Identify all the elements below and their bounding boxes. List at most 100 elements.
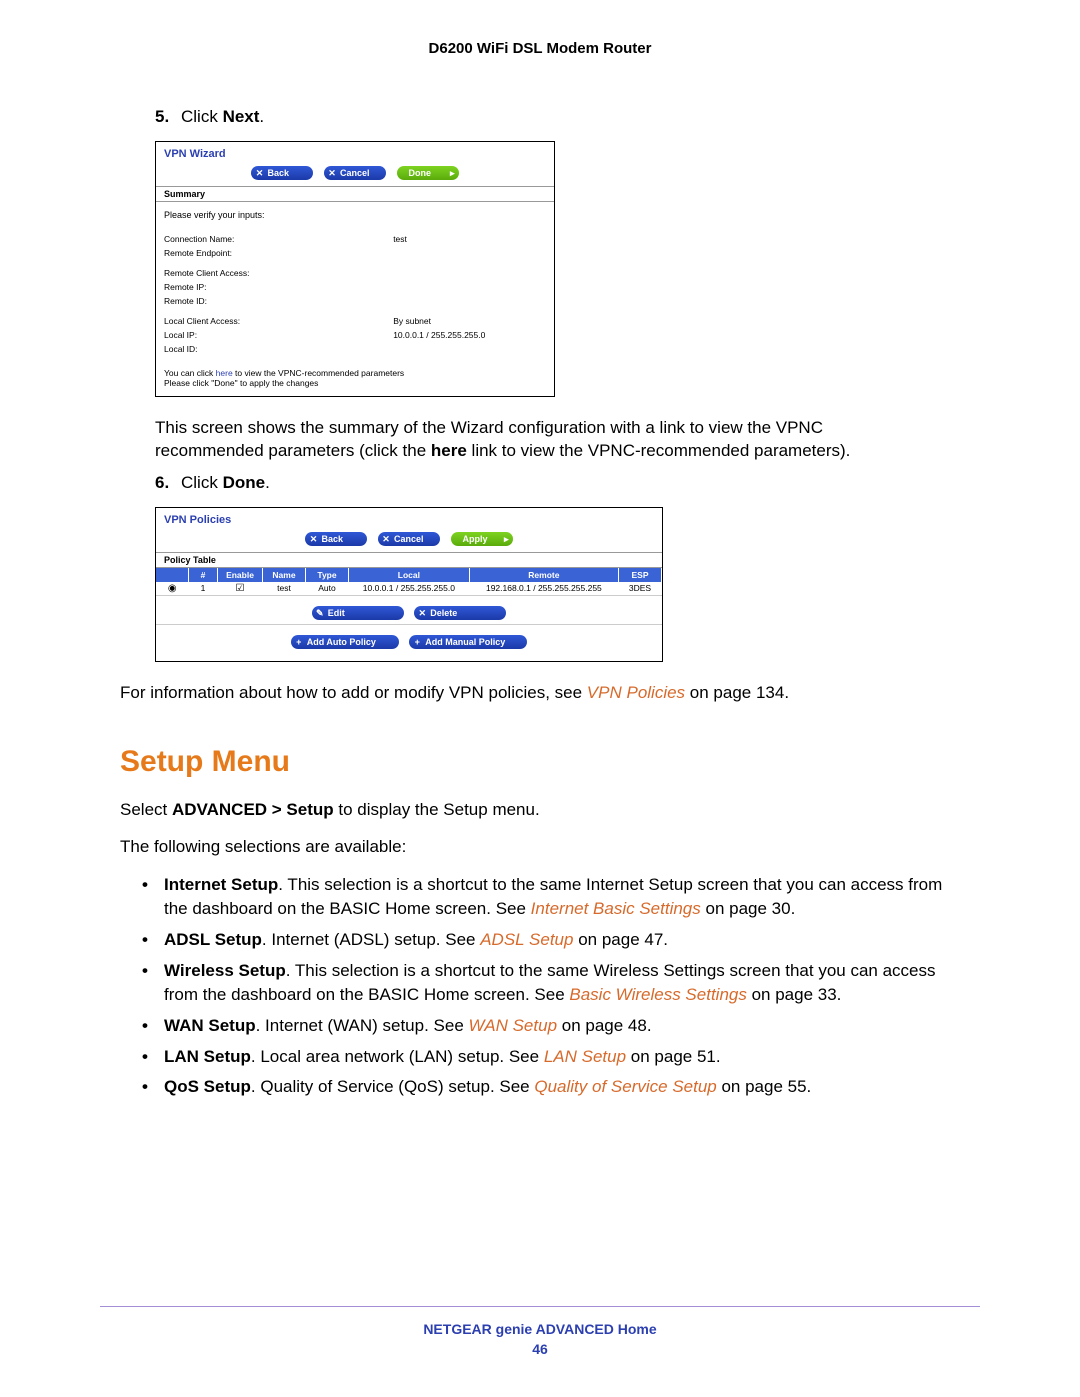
- wizard-row: Local Client Access:By subnet: [164, 314, 546, 328]
- back-button[interactable]: ✕Back: [305, 532, 367, 546]
- bold-text: ADSL Setup: [164, 930, 262, 949]
- list-item: Internet Setup. This selection is a shor…: [142, 873, 964, 922]
- text: on page 51.: [626, 1047, 721, 1066]
- bold-text: here: [431, 441, 467, 460]
- policy-buttons-1: ✎Edit ✕Delete: [156, 595, 662, 624]
- cross-ref-link[interactable]: LAN Setup: [544, 1047, 626, 1066]
- step-text: Click Next.: [181, 107, 264, 127]
- wizard-footer: You can click here to view the VPNC-reco…: [156, 364, 554, 396]
- label: Remote Endpoint:: [164, 246, 393, 260]
- label: Local IP:: [164, 328, 393, 342]
- edit-button[interactable]: ✎Edit: [312, 606, 404, 620]
- text: You can click: [164, 368, 216, 378]
- step-number: 5.: [155, 107, 181, 127]
- cell-num: 1: [189, 582, 218, 595]
- value: [393, 266, 546, 280]
- done-button[interactable]: Done ▸: [397, 166, 459, 180]
- value: test: [393, 232, 546, 246]
- text: .: [259, 107, 264, 126]
- panel-title: VPN Wizard: [156, 142, 554, 162]
- add-auto-policy-button[interactable]: +Add Auto Policy: [291, 635, 399, 649]
- cross-ref-link[interactable]: ADSL Setup: [480, 930, 573, 949]
- text: Select: [120, 800, 172, 819]
- wizard-row: Remote Endpoint:: [164, 246, 546, 260]
- x-icon: ✕: [416, 606, 428, 620]
- button-label: Add Manual Policy: [423, 635, 505, 649]
- value: [393, 246, 546, 260]
- label: Connection Name:: [164, 232, 393, 246]
- button-label: Delete: [428, 606, 457, 620]
- wizard-row: Remote ID:: [164, 294, 546, 308]
- bold-text: WAN Setup: [164, 1016, 256, 1035]
- cell-local: 10.0.0.1 / 255.255.255.0: [349, 582, 470, 595]
- bold-text: Internet Setup: [164, 875, 278, 894]
- col-esp: ESP: [619, 568, 662, 582]
- button-label: Cancel: [338, 166, 370, 180]
- add-manual-policy-button[interactable]: +Add Manual Policy: [409, 635, 527, 649]
- text: on page 134.: [685, 683, 789, 702]
- col-type: Type: [306, 568, 349, 582]
- value: By subnet: [393, 314, 546, 328]
- text: . Internet (ADSL) setup. See: [262, 930, 480, 949]
- label: Local ID:: [164, 342, 393, 356]
- cross-ref-link[interactable]: Internet Basic Settings: [531, 899, 701, 918]
- verify-label: Please verify your inputs:: [164, 204, 546, 226]
- button-label: Back: [265, 166, 289, 180]
- x-icon: ✕: [253, 166, 265, 180]
- text: on page 55.: [717, 1077, 812, 1096]
- cancel-button[interactable]: ✕Cancel: [324, 166, 386, 180]
- apply-button[interactable]: Apply ▸: [451, 532, 513, 546]
- label: Local Client Access:: [164, 314, 393, 328]
- enable-checkbox[interactable]: [218, 582, 263, 595]
- button-label: Done: [399, 166, 432, 180]
- value: [393, 280, 546, 294]
- list-item: QoS Setup. Quality of Service (QoS) setu…: [142, 1075, 964, 1100]
- list-item: Wireless Setup. This selection is a shor…: [142, 959, 964, 1008]
- delete-button[interactable]: ✕Delete: [414, 606, 506, 620]
- col-blank: [156, 568, 189, 582]
- wizard-toolbar: ✕Back ✕Cancel Done▸: [156, 162, 554, 186]
- button-label: Back: [319, 532, 343, 546]
- wizard-row: Local IP:10.0.0.1 / 255.255.255.0: [164, 328, 546, 342]
- wizard-row: Connection Name:test: [164, 232, 546, 246]
- list-item: LAN Setup. Local area network (LAN) setu…: [142, 1045, 964, 1070]
- pencil-icon: ✎: [314, 606, 326, 620]
- x-icon: ✕: [307, 532, 319, 546]
- back-button[interactable]: ✕Back: [251, 166, 313, 180]
- text: . Quality of Service (QoS) setup. See: [251, 1077, 534, 1096]
- cancel-button[interactable]: ✕Cancel: [378, 532, 440, 546]
- footer-divider: [100, 1306, 980, 1307]
- arrow-icon: ▸: [504, 532, 509, 546]
- step-6: 6. Click Done.: [155, 473, 980, 493]
- cross-ref-link[interactable]: VPN Policies: [587, 683, 685, 702]
- wizard-row: Local ID:: [164, 342, 546, 356]
- text: Click: [181, 473, 223, 492]
- text: on page 48.: [557, 1016, 652, 1035]
- arrow-icon: ▸: [450, 166, 455, 180]
- step-number: 6.: [155, 473, 181, 493]
- step-text: Click Done.: [181, 473, 270, 493]
- cross-ref-link[interactable]: Quality of Service Setup: [534, 1077, 716, 1096]
- vpn-wizard-screenshot: VPN Wizard ✕Back ✕Cancel Done▸ Summary P…: [155, 141, 555, 397]
- step-5: 5. Click Next.: [155, 107, 980, 127]
- bold-text: Wireless Setup: [164, 961, 286, 980]
- col-remote: Remote: [469, 568, 618, 582]
- radio-select[interactable]: [156, 582, 189, 595]
- paragraph: Select ADVANCED > Setup to display the S…: [120, 799, 980, 822]
- label: Remote Client Access:: [164, 266, 393, 280]
- button-label: Add Auto Policy: [305, 635, 376, 649]
- cross-ref-link[interactable]: Basic Wireless Settings: [569, 985, 746, 1004]
- button-label: Cancel: [392, 532, 424, 546]
- button-label: Apply: [453, 532, 488, 546]
- paragraph: The following selections are available:: [120, 836, 980, 859]
- text: on page 30.: [701, 899, 796, 918]
- vpn-policies-screenshot: VPN Policies ✕Back ✕Cancel Apply▸ Policy…: [155, 507, 663, 662]
- page-footer: NETGEAR genie ADVANCED Home 46: [0, 1306, 1080, 1357]
- policies-toolbar: ✕Back ✕Cancel Apply▸: [156, 528, 662, 552]
- here-link[interactable]: here: [216, 368, 233, 378]
- cross-ref-link[interactable]: WAN Setup: [469, 1016, 558, 1035]
- col-name: Name: [263, 568, 306, 582]
- paragraph: This screen shows the summary of the Wiz…: [155, 417, 935, 463]
- wizard-row: Remote IP:: [164, 280, 546, 294]
- policy-table-label: Policy Table: [156, 552, 662, 568]
